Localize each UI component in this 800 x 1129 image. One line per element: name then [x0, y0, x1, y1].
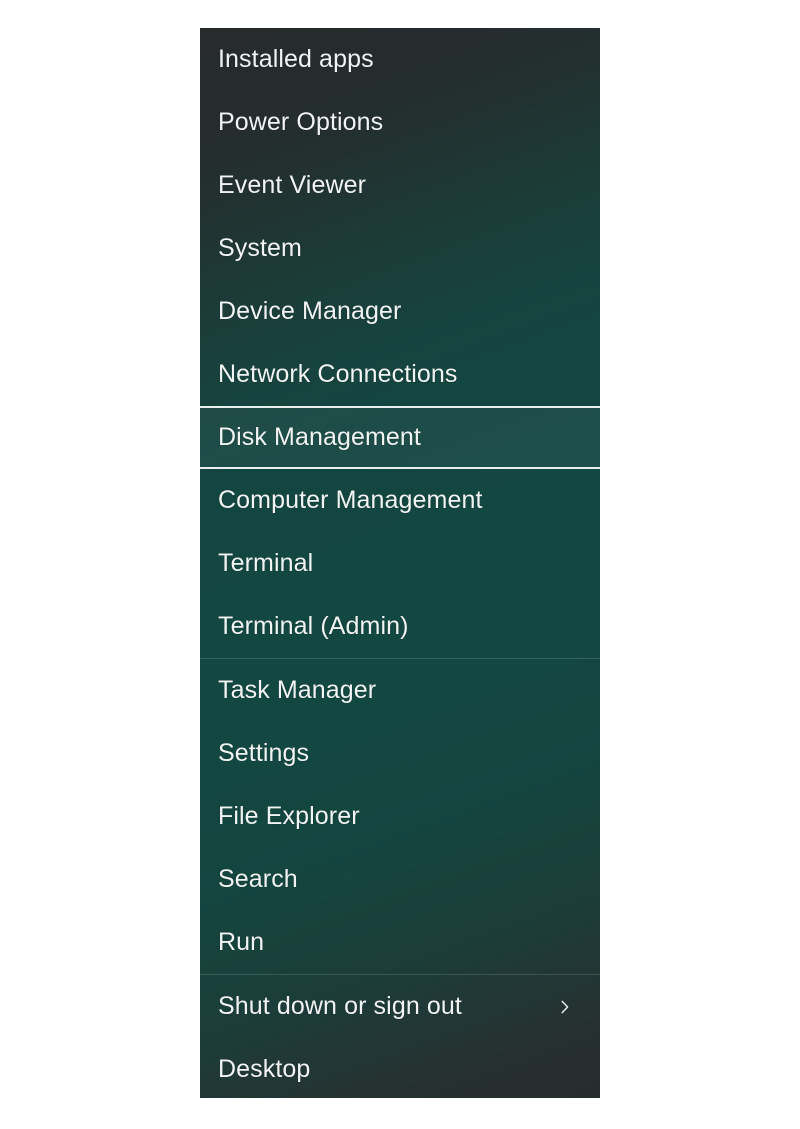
menu-item-label: Power Options [218, 91, 383, 154]
menu-item-search[interactable]: Search [200, 848, 600, 911]
menu-item-label: Run [218, 911, 264, 974]
menu-item-label: System [218, 217, 302, 280]
menu-item-task-manager[interactable]: Task Manager [200, 659, 600, 722]
menu-item-network-connections[interactable]: Network Connections [200, 343, 600, 406]
menu-item-device-manager[interactable]: Device Manager [200, 280, 600, 343]
menu-item-label: Task Manager [218, 659, 376, 722]
menu-item-label: Event Viewer [218, 154, 366, 217]
menu-item-label: Search [218, 848, 298, 911]
menu-item-power-options[interactable]: Power Options [200, 91, 600, 154]
menu-group-group-system-apps: Task ManagerSettingsFile ExplorerSearchR… [200, 659, 600, 974]
menu-item-label: Terminal (Admin) [218, 595, 409, 658]
menu-item-label: Network Connections [218, 343, 458, 406]
win-x-quick-link-menu[interactable]: Installed appsPower OptionsEvent ViewerS… [200, 28, 600, 1098]
menu-item-label: Disk Management [218, 408, 421, 467]
menu-item-settings[interactable]: Settings [200, 722, 600, 785]
menu-item-event-viewer[interactable]: Event Viewer [200, 154, 600, 217]
menu-item-label: File Explorer [218, 785, 360, 848]
menu-item-file-explorer[interactable]: File Explorer [200, 785, 600, 848]
menu-group-group-session: Shut down or sign outDesktop [200, 975, 600, 1098]
menu-item-label: Desktop [218, 1038, 310, 1098]
menu-item-label: Computer Management [218, 469, 483, 532]
menu-item-run[interactable]: Run [200, 911, 600, 974]
menu-item-system[interactable]: System [200, 217, 600, 280]
menu-item-shut-down-or-sign-out[interactable]: Shut down or sign out [200, 975, 600, 1038]
menu-item-installed-apps[interactable]: Installed apps [200, 28, 600, 91]
menu-item-label: Terminal [218, 532, 313, 595]
menu-group-group-admin-tools: Installed appsPower OptionsEvent ViewerS… [200, 28, 600, 658]
menu-item-computer-management[interactable]: Computer Management [200, 469, 600, 532]
menu-item-label: Installed apps [218, 28, 374, 91]
menu-item-label: Settings [218, 722, 309, 785]
menu-item-label: Device Manager [218, 280, 401, 343]
menu-item-terminal[interactable]: Terminal [200, 532, 600, 595]
menu-item-terminal-admin[interactable]: Terminal (Admin) [200, 595, 600, 658]
chevron-right-icon [556, 998, 574, 1016]
menu-item-disk-management[interactable]: Disk Management [200, 406, 600, 469]
menu-item-desktop[interactable]: Desktop [200, 1038, 600, 1098]
menu-item-label: Shut down or sign out [218, 975, 462, 1038]
